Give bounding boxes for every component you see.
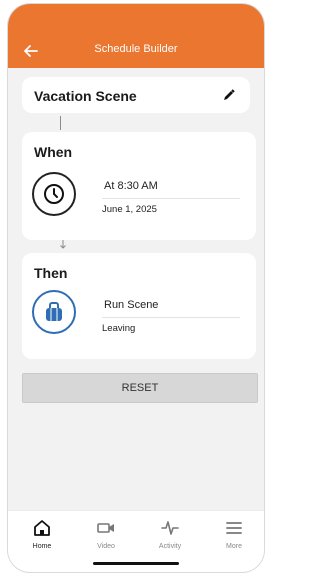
tab-home[interactable]: Home [16,519,68,550]
pencil-icon[interactable] [222,88,236,102]
tab-label: Video [97,543,115,550]
bag-icon [32,290,76,334]
tab-label: More [226,543,242,550]
divider [102,317,240,318]
phone-screen: Schedule Builder Vacation Scene When At … [8,4,264,572]
when-title: When [34,144,73,160]
tab-activity[interactable]: Activity [144,519,196,550]
then-card[interactable]: Then Run Scene Leaving [22,253,256,359]
then-title: Then [34,265,68,281]
tab-more[interactable]: More [208,519,260,550]
trigger-time: At 8:30 AM [104,180,158,192]
menu-icon [226,522,242,534]
tab-label: Home [32,543,52,550]
reset-button[interactable]: RESET [22,373,258,403]
divider [102,198,240,199]
home-indicator [93,562,179,565]
trigger-date: June 1, 2025 [102,204,157,215]
video-camera-icon [97,523,114,533]
when-card[interactable]: When At 8:30 AM June 1, 2025 [22,132,256,240]
clock-icon [32,172,76,216]
scene-name-card[interactable]: Vacation Scene [22,77,250,113]
scene-name: Vacation Scene [34,88,137,104]
home-icon [34,520,50,536]
action-label: Run Scene [104,299,159,311]
app-header: Schedule Builder [8,4,264,68]
connector-line [60,116,61,130]
activity-pulse-icon [161,521,179,535]
arrow-down-icon [60,240,66,249]
tab-label: Activity [158,543,182,550]
tab-video[interactable]: Video [80,519,132,550]
scene-label: Leaving [102,323,136,334]
page-title: Schedule Builder [94,43,178,55]
